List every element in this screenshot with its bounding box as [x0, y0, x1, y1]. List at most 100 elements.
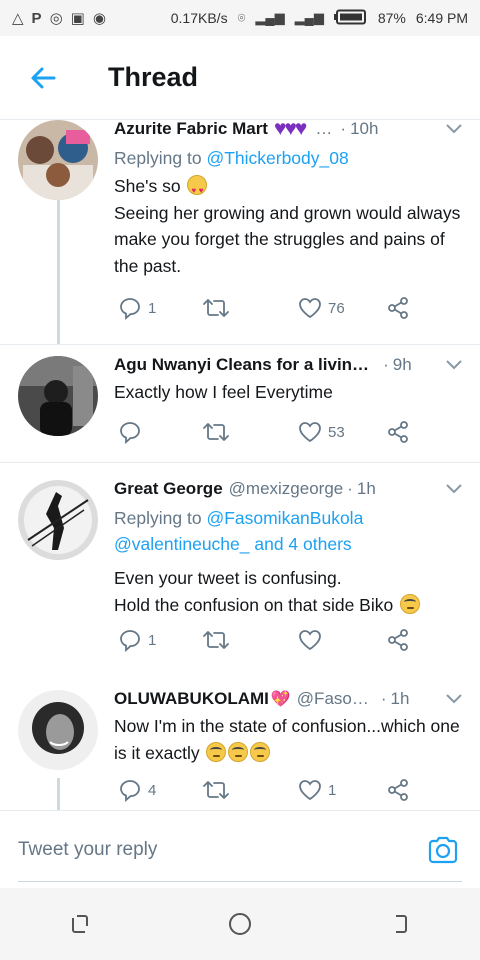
arrow-left-icon — [31, 67, 56, 88]
radio-icon: ◉ — [92, 10, 106, 27]
purple-heart-icon: ♥♥♥ — [273, 120, 307, 140]
separator-dot: · — [383, 355, 389, 374]
tweet-menu-button[interactable] — [442, 355, 466, 375]
retweet-icon — [203, 299, 229, 317]
tweet-menu-button[interactable] — [442, 689, 466, 709]
thread-list[interactable]: Azurite Fabric Mart ♥♥♥ … · 10h Replying… — [0, 120, 480, 810]
avatar[interactable] — [18, 690, 98, 770]
network-speed: 0.17KB/s — [170, 10, 228, 26]
page-title: Thread — [108, 62, 199, 92]
share-button[interactable] — [386, 296, 410, 320]
reply-button[interactable]: 1 — [118, 628, 156, 652]
tweet-text-line: Hold the confusion on that side Biko — [114, 594, 394, 615]
display-name[interactable]: Great George — [114, 479, 223, 499]
separator-dot: · — [347, 479, 353, 498]
reply-button[interactable]: 4 — [118, 778, 156, 802]
back-nav-button[interactable] — [380, 904, 420, 944]
display-name[interactable]: Agu Nwanyi Cleans for a livin… — [114, 355, 369, 375]
tweet-text: Even your tweet is confusing. — [114, 568, 342, 588]
eye-roll-emoji-icon — [400, 593, 421, 614]
name-overflow: … — [315, 120, 333, 138]
parking-icon: P — [31, 9, 42, 27]
retweet-icon — [203, 631, 229, 649]
like-button[interactable]: 1 — [298, 779, 336, 801]
timestamp[interactable]: 9h — [393, 355, 412, 375]
clock: 6:49 PM — [415, 10, 468, 26]
reply-count: 1 — [148, 631, 157, 649]
share-icon — [388, 297, 408, 319]
chevron-down-icon — [446, 694, 462, 704]
share-button[interactable] — [386, 420, 410, 444]
avatar[interactable] — [18, 356, 98, 436]
retweet-icon — [203, 423, 229, 441]
image-icon: ▣ — [70, 10, 85, 27]
heart-eyes-emoji-icon — [187, 175, 208, 205]
camera-button[interactable] — [426, 833, 460, 867]
warning-triangle-icon: △ — [12, 10, 24, 27]
separator-dot: · — [340, 120, 347, 138]
tweet[interactable]: Great George @mexizgeorge · 1h Replying … — [0, 462, 480, 678]
back-button[interactable] — [0, 36, 86, 120]
unamused-emoji-icon — [250, 741, 271, 762]
share-button[interactable] — [386, 778, 410, 802]
timestamp[interactable]: 10h — [350, 120, 378, 139]
thread-connector-line — [57, 200, 60, 344]
like-button[interactable] — [298, 629, 328, 651]
tweet-menu-button[interactable] — [442, 120, 466, 139]
comment-icon — [120, 630, 140, 652]
tweet[interactable]: Azurite Fabric Mart ♥♥♥ … · 10h Replying… — [0, 120, 480, 344]
back-nav-icon — [396, 915, 407, 933]
tweet[interactable]: Agu Nwanyi Cleans for a livin… · 9h Exac… — [0, 344, 480, 462]
share-icon — [388, 629, 408, 651]
signal-2-icon: ▂▄▆ — [294, 10, 324, 25]
like-button[interactable]: 53 — [298, 421, 345, 443]
whatsapp-icon: ◎ — [49, 10, 63, 27]
system-nav-bar — [0, 888, 480, 960]
like-button[interactable]: 76 — [298, 297, 345, 319]
battery-icon — [333, 9, 368, 28]
chevron-down-icon — [446, 360, 462, 370]
battery-level: 87% — [377, 10, 406, 26]
reply-count: 1 — [148, 299, 157, 317]
timestamp[interactable]: 1h — [357, 479, 376, 499]
input-underline — [18, 881, 462, 882]
reply-button[interactable]: 1 — [118, 296, 156, 320]
like-count: 53 — [328, 423, 345, 441]
username[interactable]: @mexizgeorge — [229, 479, 344, 499]
like-count: 76 — [328, 299, 345, 317]
chevron-down-icon — [446, 484, 462, 494]
reply-input[interactable]: Tweet your reply — [18, 839, 157, 861]
home-button[interactable] — [220, 904, 260, 944]
mention-others-link[interactable]: @valentineuche_ and 4 others — [114, 534, 352, 554]
mention-link[interactable]: @Thickerbody_08 — [206, 148, 348, 168]
retweet-button[interactable] — [202, 778, 230, 802]
comment-icon — [120, 298, 140, 320]
avatar[interactable] — [18, 480, 98, 560]
sparkle-heart-emoji-icon: 💖 — [270, 691, 291, 708]
username[interactable]: @Faso… — [297, 689, 369, 709]
heart-icon — [299, 422, 321, 443]
timestamp[interactable]: 1h — [391, 689, 410, 709]
mention-link[interactable]: @FasomikanBukola — [206, 508, 363, 528]
separator-dot: · — [380, 689, 387, 708]
share-button[interactable] — [386, 628, 410, 652]
tweet-menu-button[interactable] — [442, 479, 466, 499]
notification-icons: △ P ◎ ▣ ◉ — [12, 9, 106, 28]
replying-label: Replying to — [114, 508, 202, 528]
display-name[interactable]: Azurite Fabric Mart — [114, 120, 268, 139]
retweet-button[interactable] — [202, 296, 230, 320]
tweet[interactable]: OLUWABUKOLAMI 💖 @Faso… · 1h Now I'm in t… — [0, 678, 480, 810]
retweet-button[interactable] — [202, 628, 230, 652]
like-count: 1 — [328, 781, 337, 799]
tweet-text: Now I'm in the state of confusion...whic… — [114, 716, 460, 763]
reply-composer: Tweet your reply — [0, 810, 480, 888]
recents-button[interactable] — [60, 904, 100, 944]
avatar[interactable] — [18, 120, 98, 200]
home-circle-icon — [229, 913, 251, 935]
replying-label: Replying to — [114, 148, 202, 168]
reply-button[interactable] — [118, 420, 148, 444]
retweet-button[interactable] — [202, 420, 230, 444]
chevron-down-icon — [446, 124, 462, 134]
display-name[interactable]: OLUWABUKOLAMI — [114, 689, 269, 709]
hotspot-icon: ⌾ — [237, 10, 246, 25]
